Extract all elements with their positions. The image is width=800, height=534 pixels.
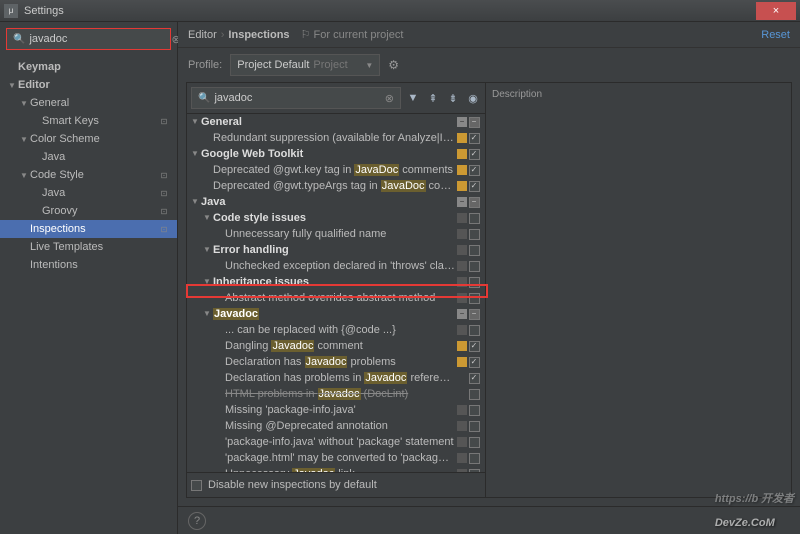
sidebar-item-inspections[interactable]: Inspections⊡ xyxy=(0,220,177,238)
sidebar-item-java[interactable]: Java⊡ xyxy=(0,184,177,202)
inspection-row[interactable]: Deprecated @gwt.key tag in JavaDoc comme… xyxy=(187,162,485,178)
inspection-tree[interactable]: ▼General−Redundant suppression (availabl… xyxy=(187,114,485,472)
app-icon: μ xyxy=(4,4,18,18)
show-icon[interactable]: ◉ xyxy=(465,90,481,106)
inspection-search[interactable]: 🔍 ⊗ xyxy=(191,87,401,109)
search-icon: 🔍 xyxy=(13,34,25,45)
sidebar-item-groovy[interactable]: Groovy⊡ xyxy=(0,202,177,220)
sidebar-item-smart-keys[interactable]: Smart Keys⊡ xyxy=(0,112,177,130)
inspection-row[interactable]: Unnecessary fully qualified name xyxy=(187,226,485,242)
disable-new-label: Disable new inspections by default xyxy=(208,479,377,491)
inspection-row[interactable]: Declaration has Javadoc problems xyxy=(187,354,485,370)
inspection-row[interactable]: Missing @Deprecated annotation xyxy=(187,418,485,434)
inspection-row[interactable]: ▼Java− xyxy=(187,194,485,210)
inspection-search-input[interactable] xyxy=(214,92,384,104)
inspection-row[interactable]: ▼Error handling xyxy=(187,242,485,258)
sidebar-item-java[interactable]: Java xyxy=(0,148,177,166)
settings-tree[interactable]: Keymap▼Editor▼GeneralSmart Keys⊡▼Color S… xyxy=(0,56,177,534)
gear-icon[interactable]: ⚙ xyxy=(388,58,399,72)
inspection-row[interactable]: ... can be replaced with {@code ...} xyxy=(187,322,485,338)
sidebar-item-editor[interactable]: ▼Editor xyxy=(0,76,177,94)
inspection-row[interactable]: ▼Code style issues xyxy=(187,210,485,226)
inspection-row[interactable]: 'package-info.java' without 'package' st… xyxy=(187,434,485,450)
settings-search[interactable]: 🔍 ⊗ xyxy=(6,28,171,50)
description-label: Description xyxy=(492,89,785,100)
sidebar-item-color-scheme[interactable]: ▼Color Scheme xyxy=(0,130,177,148)
clear-icon[interactable]: ⊗ xyxy=(385,92,394,105)
inspection-row[interactable]: Deprecated @gwt.typeArgs tag in JavaDoc … xyxy=(187,178,485,194)
inspection-row[interactable]: Redundant suppression (available for Ana… xyxy=(187,130,485,146)
inspection-row[interactable]: Unchecked exception declared in 'throws'… xyxy=(187,258,485,274)
collapse-icon[interactable]: ⇟ xyxy=(445,90,461,106)
inspection-row[interactable]: ▼General− xyxy=(187,114,485,130)
inspection-row[interactable]: Abstract method overrides abstract metho… xyxy=(187,290,485,306)
sidebar-item-keymap[interactable]: Keymap xyxy=(0,58,177,76)
sidebar-item-code-style[interactable]: ▼Code Style⊡ xyxy=(0,166,177,184)
inspection-row[interactable]: HTML problems in Javadoc (DocLint) xyxy=(187,386,485,402)
inspection-row[interactable]: Missing 'package-info.java' xyxy=(187,402,485,418)
inspection-row[interactable]: ▼Javadoc− xyxy=(187,306,485,322)
window-title: Settings xyxy=(24,5,756,17)
inspection-row[interactable]: ▼Inheritance issues xyxy=(187,274,485,290)
sidebar-item-intentions[interactable]: Intentions xyxy=(0,256,177,274)
inspection-row[interactable]: Dangling Javadoc comment xyxy=(187,338,485,354)
inspection-row[interactable]: Declaration has problems in Javadoc refe… xyxy=(187,370,485,386)
profile-label: Profile: xyxy=(188,59,222,71)
filter-icon[interactable]: ▼ xyxy=(405,90,421,106)
sidebar-item-general[interactable]: ▼General xyxy=(0,94,177,112)
close-button[interactable]: × xyxy=(756,2,796,20)
inspection-row[interactable]: ▼Google Web Toolkit xyxy=(187,146,485,162)
help-button[interactable]: ? xyxy=(188,512,206,530)
inspection-row[interactable]: 'package.html' may be converted to 'pack… xyxy=(187,450,485,466)
disable-new-checkbox[interactable] xyxy=(191,480,202,491)
sidebar-item-live-templates[interactable]: Live Templates xyxy=(0,238,177,256)
description-panel: Description xyxy=(486,82,792,498)
profile-select[interactable]: Project DefaultProject▼ xyxy=(230,54,380,76)
breadcrumb: Editor›Inspections ⚐ For current project xyxy=(188,28,403,41)
expand-icon[interactable]: ⇞ xyxy=(425,90,441,106)
search-icon: 🔍 xyxy=(198,93,210,104)
settings-search-input[interactable] xyxy=(29,33,171,45)
reset-link[interactable]: Reset xyxy=(761,29,790,41)
